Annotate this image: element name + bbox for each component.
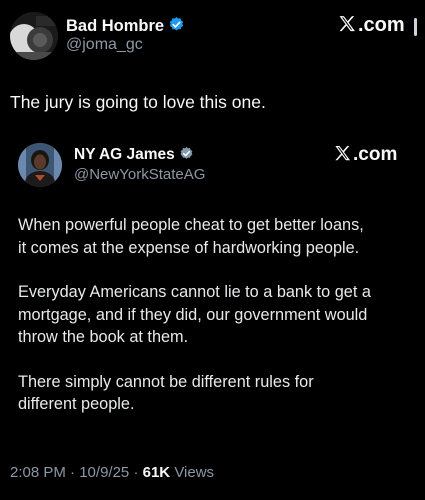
author-name-row[interactable]: Bad Hombre: [66, 16, 185, 38]
tweet-meta: 2:08 PM · 10/9/25 · 61K Views: [10, 464, 214, 481]
quoted-paragraph: There simply cannot be different rules f…: [18, 372, 314, 414]
quoted-tweet-body: When powerful people cheat to get better…: [18, 214, 413, 438]
author-avatar[interactable]: [10, 12, 58, 60]
source-label: .com: [337, 14, 405, 40]
quoted-paragraph: Everyday Americans cannot lie to a bank …: [18, 283, 371, 346]
tweet-time[interactable]: 2:08 PM: [10, 464, 66, 481]
tweet-date[interactable]: 10/9/25: [79, 464, 129, 481]
meta-separator: ·: [133, 464, 139, 481]
x-logo-icon: [337, 14, 357, 40]
views-count[interactable]: 61K: [143, 464, 171, 481]
source-label-text: .com: [358, 14, 405, 36]
x-logo-icon: [333, 144, 352, 169]
author-handle[interactable]: @joma_gc: [66, 36, 143, 54]
quoted-paragraph: When powerful people cheat to get better…: [18, 216, 364, 257]
tweet-text: The jury is going to love this one.: [10, 92, 266, 112]
meta-separator: ·: [70, 464, 76, 481]
quoted-author-name-row[interactable]: NY AG James: [74, 146, 194, 166]
verified-gray-icon: [179, 146, 194, 166]
quoted-author-name[interactable]: NY AG James: [74, 146, 175, 163]
verified-blue-icon: [168, 16, 185, 38]
quoted-author-handle[interactable]: @NewYorkStateAG: [74, 166, 205, 183]
views-label: Views: [174, 464, 215, 481]
quoted-source-label-text: .com: [353, 144, 398, 165]
author-name[interactable]: Bad Hombre: [66, 17, 164, 35]
tweet-card: Bad Hombre @joma_gc .com The jury is goi…: [0, 0, 425, 500]
avatar-photo: [18, 143, 62, 187]
quoted-tweet[interactable]: NY AG James @NewYorkStateAG .com When po…: [0, 134, 425, 449]
scrollbar-thumb[interactable]: [414, 18, 417, 36]
quoted-source-label: .com: [333, 144, 397, 169]
avatar-photo: [10, 12, 58, 60]
quoted-author-avatar[interactable]: [18, 143, 62, 187]
